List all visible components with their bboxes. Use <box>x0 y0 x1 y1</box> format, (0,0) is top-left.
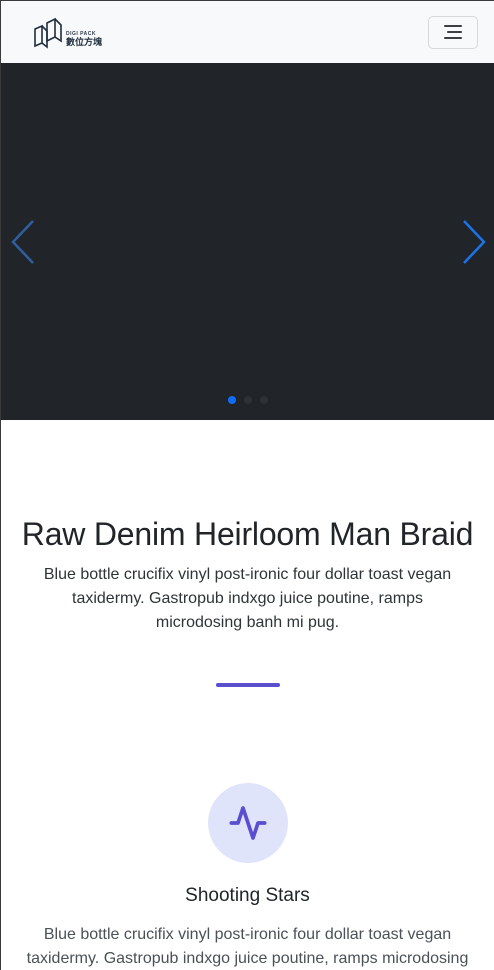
carousel-indicators <box>1 396 494 404</box>
hero-carousel <box>1 63 494 420</box>
intro-section: Raw Denim Heirloom Man Braid Blue bottle… <box>1 420 494 687</box>
brand-text: DIGI PACK 數位方塊 <box>66 32 102 49</box>
activity-pulse-icon <box>229 806 266 840</box>
cube-logo-icon <box>34 17 62 49</box>
intro-title: Raw Denim Heirloom Man Braid <box>21 516 474 552</box>
feature-icon-circle <box>207 783 288 863</box>
chevron-right-icon[interactable] <box>458 217 488 267</box>
page: DIGI PACK 數位方塊 Raw Denim Heirloom Man Br… <box>0 0 494 970</box>
intro-text: Blue bottle crucifix vinyl post-ironic f… <box>43 566 452 631</box>
carousel-indicator-1[interactable] <box>227 396 236 404</box>
menu-toggle-button[interactable] <box>428 15 478 49</box>
chevron-left-icon[interactable] <box>9 217 39 267</box>
carousel-indicator-3[interactable] <box>259 396 268 404</box>
feature-text: Blue bottle crucifix vinyl post-ironic f… <box>26 926 469 967</box>
brand-name-zh: 數位方塊 <box>66 37 103 47</box>
carousel-indicator-2[interactable] <box>243 396 252 404</box>
menu-icon <box>444 25 462 39</box>
feature-title: Shooting Stars <box>185 885 310 906</box>
navbar: DIGI PACK 數位方塊 <box>1 0 494 63</box>
feature-card: Shooting Stars Blue bottle crucifix viny… <box>1 687 494 970</box>
brand-logo-link[interactable]: DIGI PACK 數位方塊 <box>33 15 102 49</box>
